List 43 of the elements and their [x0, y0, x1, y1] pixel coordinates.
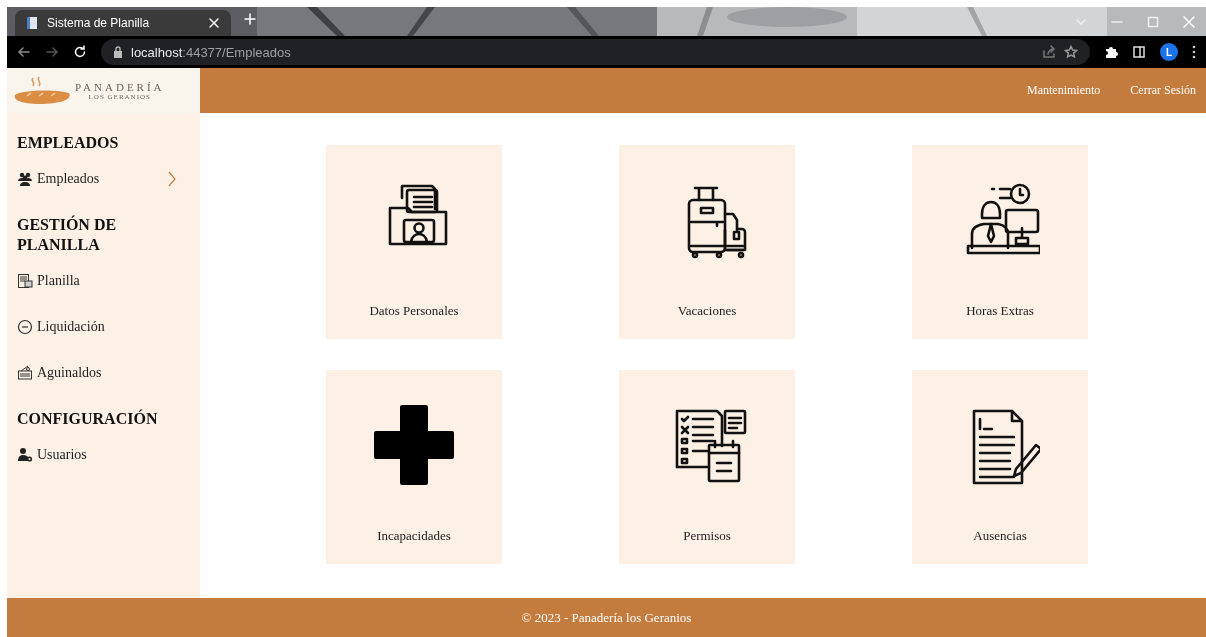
brand-name: PANADERÍA	[75, 80, 165, 93]
bread-icon	[13, 75, 71, 106]
sidebar-link[interactable]: Usuarios	[17, 445, 177, 465]
cross-icon	[374, 405, 454, 485]
menu-card[interactable]: Vacaciones	[619, 145, 795, 339]
people-icon	[17, 171, 33, 187]
menu-card[interactable]: Permisos	[619, 370, 795, 564]
minus-circle-icon	[17, 319, 33, 335]
address-bar[interactable]: localhost:44377/Empleados	[101, 39, 1090, 65]
forward-icon[interactable]	[45, 45, 59, 59]
sidebar-link[interactable]: Empleados	[17, 169, 177, 189]
back-icon[interactable]	[17, 45, 31, 59]
page-icon	[25, 16, 39, 30]
card-label: Datos Personales	[369, 303, 459, 319]
menu-card[interactable]: Ausencias	[912, 370, 1088, 564]
profile-avatar[interactable]: L	[1160, 43, 1178, 61]
section-heading: GESTIÓN DE PLANILLA	[17, 215, 118, 255]
reload-icon[interactable]	[73, 45, 87, 59]
puzzle-icon[interactable]	[1104, 45, 1118, 59]
menu-card[interactable]: Horas Extras	[912, 145, 1088, 339]
star-icon[interactable]	[1064, 45, 1078, 59]
card-label: Permisos	[683, 528, 731, 544]
url-text: localhost:44377/Empleados	[131, 44, 291, 60]
document-icon	[17, 273, 33, 289]
sidebar-link[interactable]: Planilla	[17, 271, 177, 291]
footer-text: © 2023 - Panadería los Geranios	[521, 609, 692, 626]
sidebar-link[interactable]: Liquidación	[17, 317, 177, 337]
card-label: Incapacidades	[377, 528, 451, 544]
user-gear-icon	[17, 447, 33, 463]
menu-card[interactable]: Datos Personales	[326, 145, 502, 339]
sidebar-link[interactable]: Aguinaldos	[17, 363, 177, 383]
lock-icon	[113, 46, 123, 58]
side-panel-icon[interactable]	[1132, 45, 1146, 59]
section-heading: EMPLEADOS	[17, 133, 119, 153]
close-icon[interactable]	[207, 16, 221, 30]
menu-card[interactable]: Incapacidades	[326, 370, 502, 564]
share-icon[interactable]	[1042, 45, 1056, 59]
card-label: Vacaciones	[677, 303, 737, 319]
plus-icon[interactable]	[243, 12, 257, 26]
section-heading: CONFIGURACIÓN	[17, 409, 158, 429]
card-label: Ausencias	[973, 528, 1027, 544]
card-label: Horas Extras	[966, 303, 1034, 319]
menu-icon[interactable]	[1192, 45, 1196, 59]
